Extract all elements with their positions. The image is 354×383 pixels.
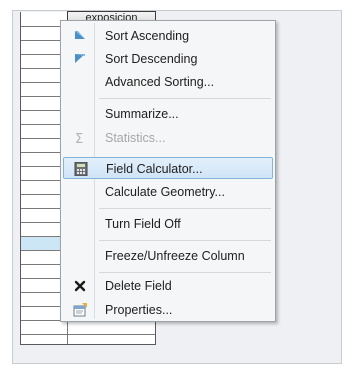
menu-item-turn-field-off[interactable]: Turn Field Off bbox=[63, 213, 273, 235]
menu-item-label: Summarize... bbox=[105, 107, 179, 121]
calculator-icon bbox=[73, 161, 89, 177]
menu-item-label: Field Calculator... bbox=[106, 162, 203, 176]
menu-item-statistics: Σ Statistics... bbox=[63, 127, 273, 149]
menu-item-properties[interactable]: Properties... bbox=[63, 299, 273, 321]
field-context-menu: Sort Ascending Sort Descending Advanced … bbox=[60, 20, 276, 322]
menu-item-delete-field[interactable]: Delete Field bbox=[63, 275, 273, 297]
menu-separator bbox=[99, 208, 271, 209]
menu-separator bbox=[99, 98, 271, 99]
menu-item-label: Turn Field Off bbox=[105, 217, 181, 231]
menu-item-sort-ascending[interactable]: Sort Ascending bbox=[63, 25, 273, 47]
menu-item-field-calculator[interactable]: Field Calculator... bbox=[63, 157, 273, 179]
sort-descending-icon bbox=[72, 52, 88, 66]
menu-separator bbox=[99, 240, 271, 241]
menu-item-label: Advanced Sorting... bbox=[105, 75, 215, 89]
menu-item-advanced-sorting[interactable]: Advanced Sorting... bbox=[63, 71, 273, 93]
menu-item-label: Sort Ascending bbox=[105, 29, 190, 43]
menu-item-label: Statistics... bbox=[105, 131, 166, 145]
menu-item-calculate-geometry[interactable]: Calculate Geometry... bbox=[63, 181, 273, 203]
sigma-icon: Σ bbox=[72, 131, 88, 147]
svg-text:Σ: Σ bbox=[75, 132, 83, 145]
menu-item-label: Calculate Geometry... bbox=[105, 185, 225, 199]
table-row[interactable] bbox=[21, 334, 155, 335]
menu-item-summarize[interactable]: Summarize... bbox=[63, 103, 273, 125]
properties-icon bbox=[72, 303, 88, 317]
menu-item-label: Properties... bbox=[105, 303, 173, 317]
menu-item-label: Sort Descending bbox=[105, 52, 198, 66]
window-background: exposicion Sort Ascending Sort Descendin… bbox=[0, 0, 354, 383]
menu-item-freeze-unfreeze-column[interactable]: Freeze/Unfreeze Column bbox=[63, 245, 273, 267]
menu-item-label: Delete Field bbox=[105, 279, 172, 293]
menu-item-sort-descending[interactable]: Sort Descending bbox=[63, 48, 273, 70]
menu-separator bbox=[99, 272, 271, 273]
menu-item-label: Freeze/Unfreeze Column bbox=[105, 249, 245, 263]
sort-ascending-icon bbox=[72, 29, 88, 43]
delete-x-icon bbox=[72, 279, 88, 293]
